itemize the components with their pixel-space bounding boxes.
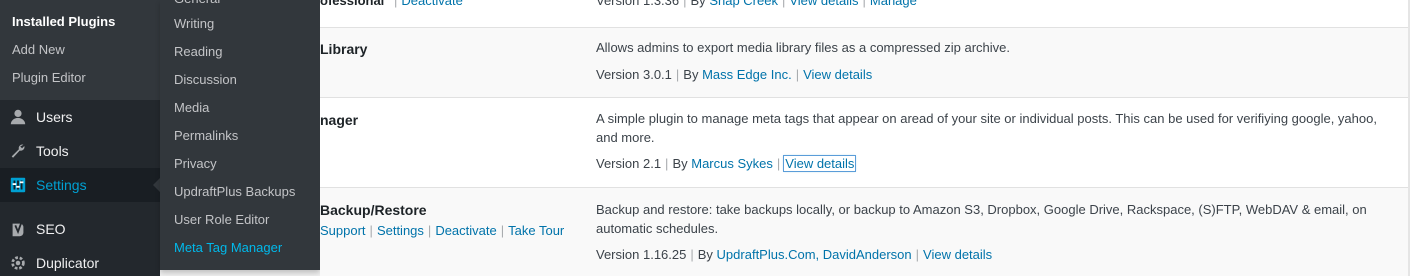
by-label: By	[690, 0, 706, 8]
plugin-version: Version 2.1	[596, 156, 662, 171]
sidebar-item-users[interactable]: Users	[0, 100, 160, 134]
support-link[interactable]: Support	[320, 223, 366, 238]
flyout-writing[interactable]: Writing	[174, 15, 214, 33]
plugin-meta: Version 2.1 | By Marcus Sykes | View details	[596, 155, 857, 172]
plugin-version: Version 3.0.1	[596, 67, 672, 82]
view-details-link[interactable]: View details	[783, 155, 857, 172]
plugin-description: A simple plugin to manage meta tags that…	[596, 111, 1377, 145]
view-details-link[interactable]: View details	[923, 247, 992, 262]
sidebar-item-label: Tools	[36, 143, 69, 159]
plugins-table: ofessional | Deactivate Version 1.3.36 | By…	[320, 0, 1410, 276]
sidebar-item-settings[interactable]: Settings	[0, 168, 160, 202]
plugin-name: ofessional	[320, 0, 385, 8]
plugin-meta: Version 3.0.1 | By Mass Edge Inc. | View det…	[596, 67, 872, 82]
yoast-icon	[0, 220, 36, 238]
flyout-privacy[interactable]: Privacy	[174, 155, 217, 173]
deactivate-link[interactable]: Deactivate	[435, 223, 496, 238]
flyout-meta-tag-manager[interactable]: Meta Tag Manager	[174, 239, 282, 257]
active-menu-arrow	[153, 178, 160, 192]
plugin-name: nager	[320, 112, 359, 128]
settings-flyout-menu: General Writing Reading Discussion Media…	[160, 0, 320, 270]
submenu-add-new[interactable]: Add New	[12, 41, 65, 59]
flyout-updraftplus-backups[interactable]: UpdraftPlus Backups	[174, 183, 295, 201]
sidebar-item-label: SEO	[36, 221, 66, 237]
sidebar-item-seo[interactable]: SEO	[0, 212, 160, 246]
plugin-description: Backup and restore: take backups locally…	[596, 202, 1367, 236]
settings-sliders-icon	[0, 176, 36, 194]
plugins-submenu: Installed Plugins Add New Plugin Editor	[0, 0, 160, 100]
flyout-reading[interactable]: Reading	[174, 43, 222, 61]
by-label: By	[672, 156, 688, 171]
duplicator-icon	[0, 254, 36, 272]
separator: |	[862, 0, 866, 8]
by-label: By	[697, 247, 713, 262]
plugin-meta: Version 1.16.25 | By UpdraftPlus.Com, Davi…	[596, 247, 992, 262]
separator: |	[690, 247, 694, 262]
separator: |	[781, 0, 786, 8]
deactivate-link[interactable]: Deactivate	[401, 0, 462, 8]
sidebar-item-tools[interactable]: Tools	[0, 134, 160, 168]
take-tour-link[interactable]: Take Tour	[508, 223, 564, 238]
plugin-version: Version 1.16.25	[596, 247, 687, 262]
view-details-link[interactable]: View details	[789, 0, 858, 8]
plugin-actions: Support | Settings | Deactivate | Take Tour	[320, 223, 564, 238]
separator: |	[795, 67, 800, 82]
manage-link[interactable]: Manage	[870, 0, 917, 8]
separator: |	[915, 247, 920, 262]
sidebar-item-label: Users	[36, 109, 73, 125]
separator: |	[394, 0, 398, 8]
submenu-plugin-editor[interactable]: Plugin Editor	[12, 69, 86, 87]
view-details-link[interactable]: View details	[803, 67, 872, 82]
plugin-version: Version 1.3.36	[596, 0, 680, 8]
separator: |	[675, 67, 680, 82]
author-link[interactable]: Mass Edge Inc.	[702, 67, 792, 82]
wrench-icon	[0, 142, 36, 160]
flyout-general[interactable]: General	[174, 0, 220, 8]
author-link[interactable]: Marcus Sykes	[691, 156, 773, 171]
separator: |	[665, 156, 669, 171]
plugin-row: Backup/Restore Support | Settings | Deactiva…	[320, 188, 1410, 276]
separator: |	[427, 223, 432, 238]
by-label: By	[683, 67, 699, 82]
plugin-description: Allows admins to export media library fi…	[596, 40, 1011, 55]
separator: |	[776, 156, 781, 171]
plugin-row: nager A simple plugin to manage meta tag…	[320, 98, 1410, 188]
settings-link[interactable]: Settings	[377, 223, 424, 238]
submenu-installed-plugins[interactable]: Installed Plugins	[12, 13, 115, 31]
separator: |	[500, 223, 505, 238]
plugin-actions: | Deactivate	[390, 0, 463, 8]
plugin-meta: Version 1.3.36 | By Snap Creek | View detail…	[596, 0, 917, 8]
separator: |	[683, 0, 687, 8]
plugin-row: ofessional | Deactivate Version 1.3.36 | By…	[320, 0, 1410, 28]
plugin-row: Library Allows admins to export media li…	[320, 28, 1410, 98]
plugin-name: Backup/Restore	[320, 202, 427, 218]
separator: |	[369, 223, 373, 238]
plugin-name: Library	[320, 41, 368, 57]
users-icon	[0, 108, 36, 126]
sidebar-item-label: Duplicator	[36, 255, 100, 271]
flyout-permalinks[interactable]: Permalinks	[174, 127, 238, 145]
sidebar-item-label: Settings	[36, 177, 87, 193]
flyout-media[interactable]: Media	[174, 99, 209, 117]
flyout-user-role-editor[interactable]: User Role Editor	[174, 211, 269, 229]
admin-menu: Installed Plugins Add New Plugin Editor …	[0, 0, 160, 276]
author-link[interactable]: UpdraftPlus.Com, DavidAnderson	[717, 247, 912, 262]
flyout-discussion[interactable]: Discussion	[174, 71, 237, 89]
sidebar-item-duplicator[interactable]: Duplicator	[0, 246, 160, 276]
author-link[interactable]: Snap Creek	[709, 0, 778, 8]
